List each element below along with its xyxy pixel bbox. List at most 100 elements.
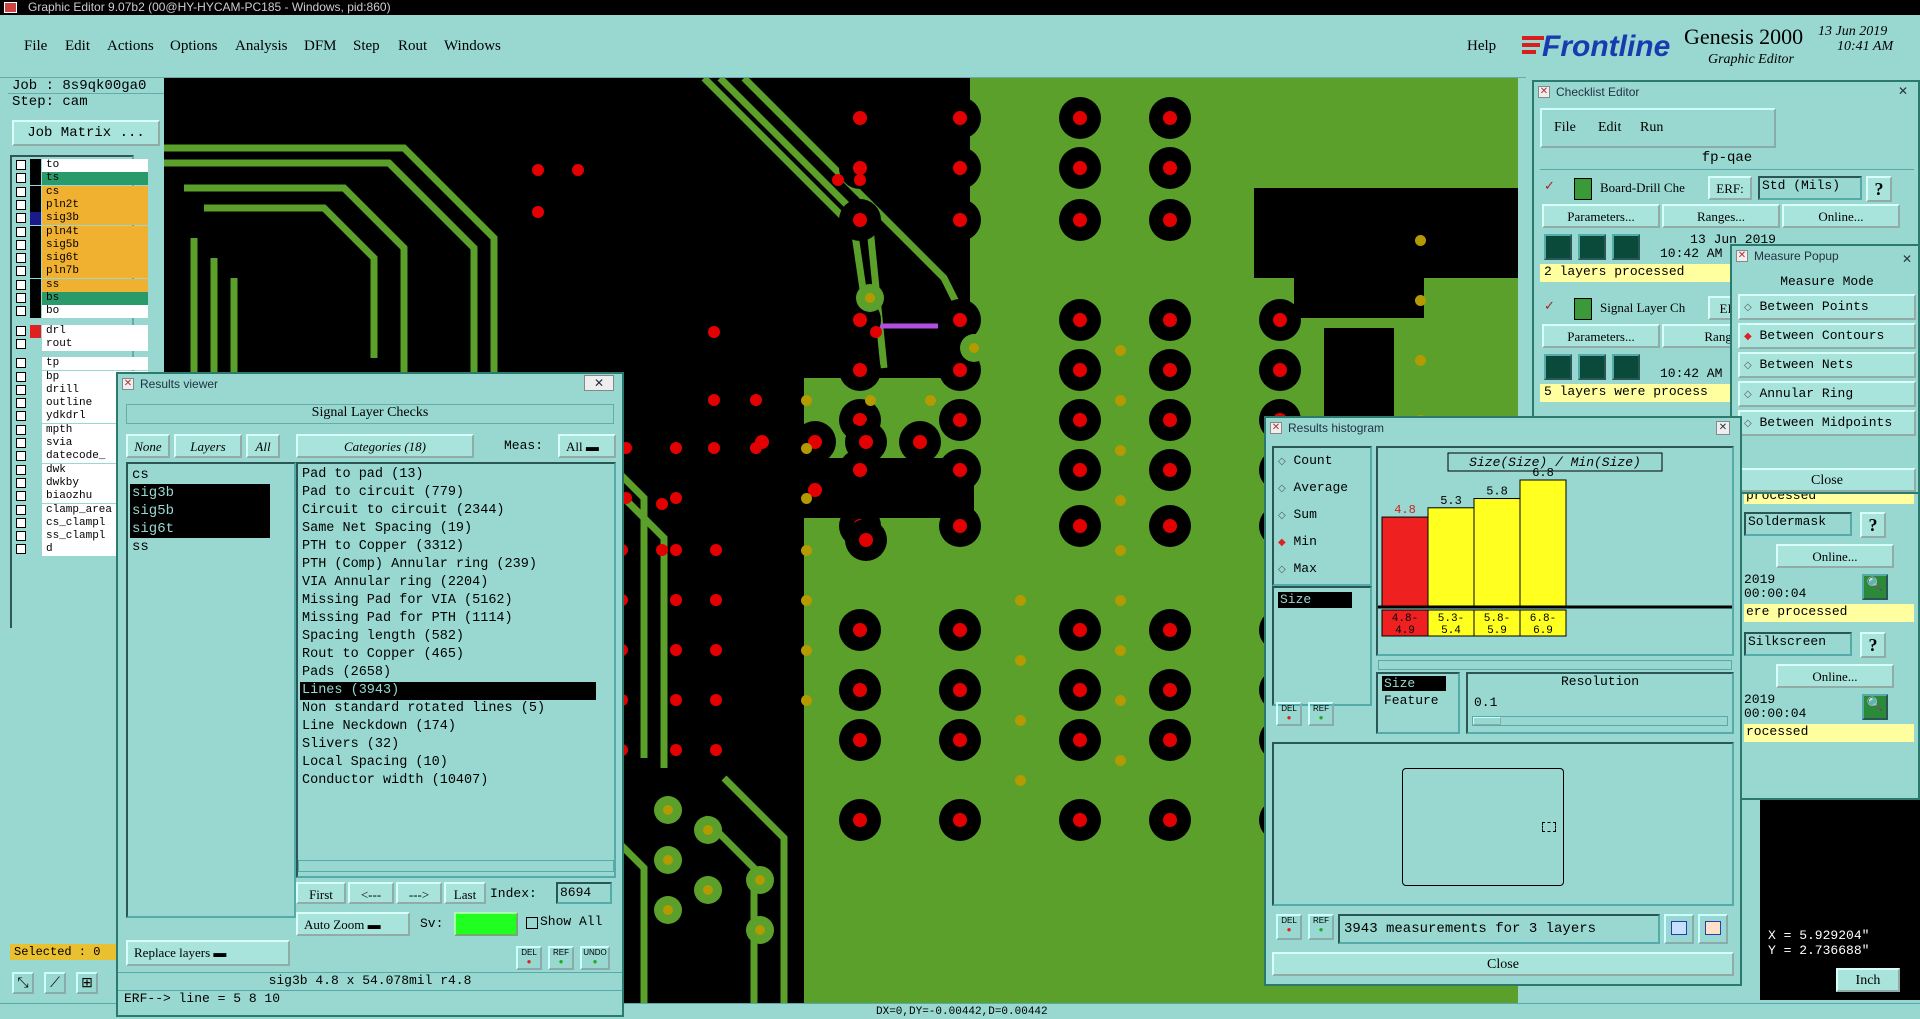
layer-checkbox[interactable] <box>16 253 26 264</box>
histogram-del-button[interactable]: DEL ● <box>1276 914 1302 940</box>
histogram-ref-button[interactable]: REF ● <box>1308 914 1334 940</box>
category-item[interactable]: Rout to Copper (465) <box>300 646 596 664</box>
layer-row-dwkby[interactable]: dwkby <box>16 476 148 490</box>
categories-button[interactable]: Categories (18) <box>296 434 474 458</box>
checklist-menu-edit[interactable]: Edit <box>1598 120 1621 136</box>
checklist-menu-run[interactable]: Run <box>1640 120 1663 136</box>
resolution-slider[interactable] <box>1472 716 1728 726</box>
layer-checkbox[interactable] <box>16 199 26 210</box>
measure-option[interactable]: ◇ Annular Ring <box>1738 381 1916 407</box>
histogram-option[interactable]: ◆ Min <box>1278 533 1368 555</box>
result-layer-item[interactable]: cs <box>130 466 270 484</box>
prev-button[interactable]: <--- <box>348 882 394 904</box>
close-icon[interactable]: ✕ <box>1898 85 1912 99</box>
layer-row-ts[interactable]: ts <box>16 172 148 186</box>
category-item[interactable]: Pad to pad (13) <box>300 466 596 484</box>
category-item[interactable]: Missing Pad for PTH (1114) <box>300 610 596 628</box>
measure-option[interactable]: ◇ Between Nets <box>1738 352 1916 378</box>
layer-checkbox[interactable] <box>16 451 26 462</box>
result-layer-item[interactable]: sig5b <box>130 502 270 520</box>
first-button[interactable]: First <box>296 882 346 904</box>
layer-checkbox[interactable] <box>16 544 26 555</box>
layer-checkbox[interactable] <box>16 266 26 277</box>
checklist-menu-file[interactable]: File <box>1554 120 1576 136</box>
layers-button[interactable]: Layers <box>174 434 242 458</box>
run-icon[interactable] <box>1578 354 1606 380</box>
close-icon[interactable]: ✕ <box>1902 249 1912 269</box>
auto-zoom-select[interactable]: Auto Zoom ▬ <box>296 912 410 936</box>
layer-checkbox[interactable] <box>16 239 26 250</box>
layer-checkbox[interactable] <box>16 226 26 237</box>
category-item[interactable]: Missing Pad for VIA (5162) <box>300 592 596 610</box>
erf-value[interactable]: Soldermask <box>1744 512 1852 536</box>
layer-checkbox[interactable] <box>16 160 26 170</box>
histogram-ref-button-top[interactable]: REF ● <box>1308 702 1334 726</box>
replace-layers-select[interactable]: Replace layers ▬ <box>126 940 290 966</box>
histogram-bar[interactable] <box>1381 516 1429 607</box>
categories-hscroll[interactable] <box>298 860 614 872</box>
layer-checkbox[interactable] <box>16 438 26 448</box>
layer-row-cs[interactable]: cs <box>16 185 148 199</box>
window-menu-icon[interactable] <box>4 2 17 13</box>
online-button[interactable]: Online... <box>1776 544 1894 568</box>
layer-row-ss_clampl[interactable]: ss_clampl <box>16 530 148 544</box>
category-item[interactable]: Slivers (32) <box>300 736 596 754</box>
all-button[interactable]: All <box>246 434 280 458</box>
layer-row-svia[interactable]: svia <box>16 437 148 450</box>
parameters-button[interactable]: Parameters... <box>1542 204 1660 228</box>
erf-value[interactable]: Silkscreen <box>1744 632 1852 656</box>
layer-row-sig5b[interactable]: sig5b <box>16 238 148 252</box>
layer-checkbox[interactable] <box>16 293 26 303</box>
chart-hscroll[interactable] <box>1378 660 1732 670</box>
sv-color-select[interactable] <box>454 912 518 936</box>
layer-row-outline[interactable]: outline <box>16 397 148 411</box>
ref-button[interactable]: REF ● <box>548 946 574 970</box>
layer-row-sig6t[interactable]: sig6t <box>16 252 148 266</box>
del-button[interactable]: DEL ● <box>516 946 542 970</box>
layer-checkbox[interactable] <box>16 325 26 336</box>
layer-checkbox[interactable] <box>16 531 26 542</box>
help-icon[interactable]: ? <box>1866 176 1892 202</box>
none-button[interactable]: None <box>126 434 170 458</box>
help-icon[interactable]: ? <box>1860 512 1886 538</box>
histogram-bar[interactable] <box>1473 498 1521 607</box>
layer-checkbox[interactable] <box>16 338 26 349</box>
close-icon[interactable]: ✕ <box>584 375 614 391</box>
layer-row-d[interactable]: d <box>16 543 148 557</box>
layer-row-ss[interactable]: ss <box>16 278 148 292</box>
category-item[interactable]: Spacing length (582) <box>300 628 596 646</box>
category-item[interactable]: Line Neckdown (174) <box>300 718 596 736</box>
layer-row-pln7b[interactable]: pln7b <box>16 265 148 279</box>
resolution-slider-thumb[interactable] <box>1473 717 1501 725</box>
zoom-icon[interactable]: 🔍 <box>1862 574 1888 600</box>
result-layer-item[interactable]: sig6t <box>130 520 270 538</box>
ranges-button[interactable]: Ranges... <box>1662 204 1780 228</box>
category-item[interactable]: Pads (2658) <box>300 664 596 682</box>
run-icon[interactable] <box>1544 354 1572 380</box>
action-checkmark[interactable]: ✓ <box>1544 298 1555 314</box>
layer-checkbox[interactable] <box>16 213 26 224</box>
category-item[interactable]: Pad to circuit (779) <box>300 484 596 502</box>
layer-checkbox[interactable] <box>16 279 26 290</box>
next-button[interactable]: ---> <box>396 882 442 904</box>
layer-checkbox[interactable] <box>16 411 26 422</box>
close-icon[interactable]: ✕ <box>1716 421 1730 435</box>
measure-option[interactable]: ◇ Between Points <box>1738 294 1916 320</box>
category-item[interactable]: Non standard rotated lines (5) <box>300 700 596 718</box>
menu-edit[interactable]: Edit <box>65 38 90 55</box>
layer-row-dwk[interactable]: dwk <box>16 463 148 477</box>
layer-row-drl[interactable]: drl <box>16 324 148 338</box>
menu-windows[interactable]: Windows <box>444 38 501 55</box>
export-chart-icon[interactable] <box>1664 914 1694 944</box>
index-field[interactable]: 8694 <box>556 882 612 904</box>
layer-checkbox[interactable] <box>16 306 26 317</box>
show-all-checkbox[interactable] <box>526 917 538 929</box>
layer-checkbox[interactable] <box>16 398 26 409</box>
measure-option[interactable]: ◇ Between Midpoints <box>1738 410 1916 436</box>
parameters-button[interactable]: Parameters... <box>1542 324 1660 348</box>
category-item[interactable]: PTH (Comp) Annular ring (239) <box>300 556 596 574</box>
axis-size[interactable]: Size <box>1382 676 1446 691</box>
layer-checkbox[interactable] <box>16 477 26 488</box>
layer-row-sig3b[interactable]: sig3b <box>16 212 148 226</box>
histogram-del-button-top[interactable]: DEL ● <box>1276 702 1302 726</box>
